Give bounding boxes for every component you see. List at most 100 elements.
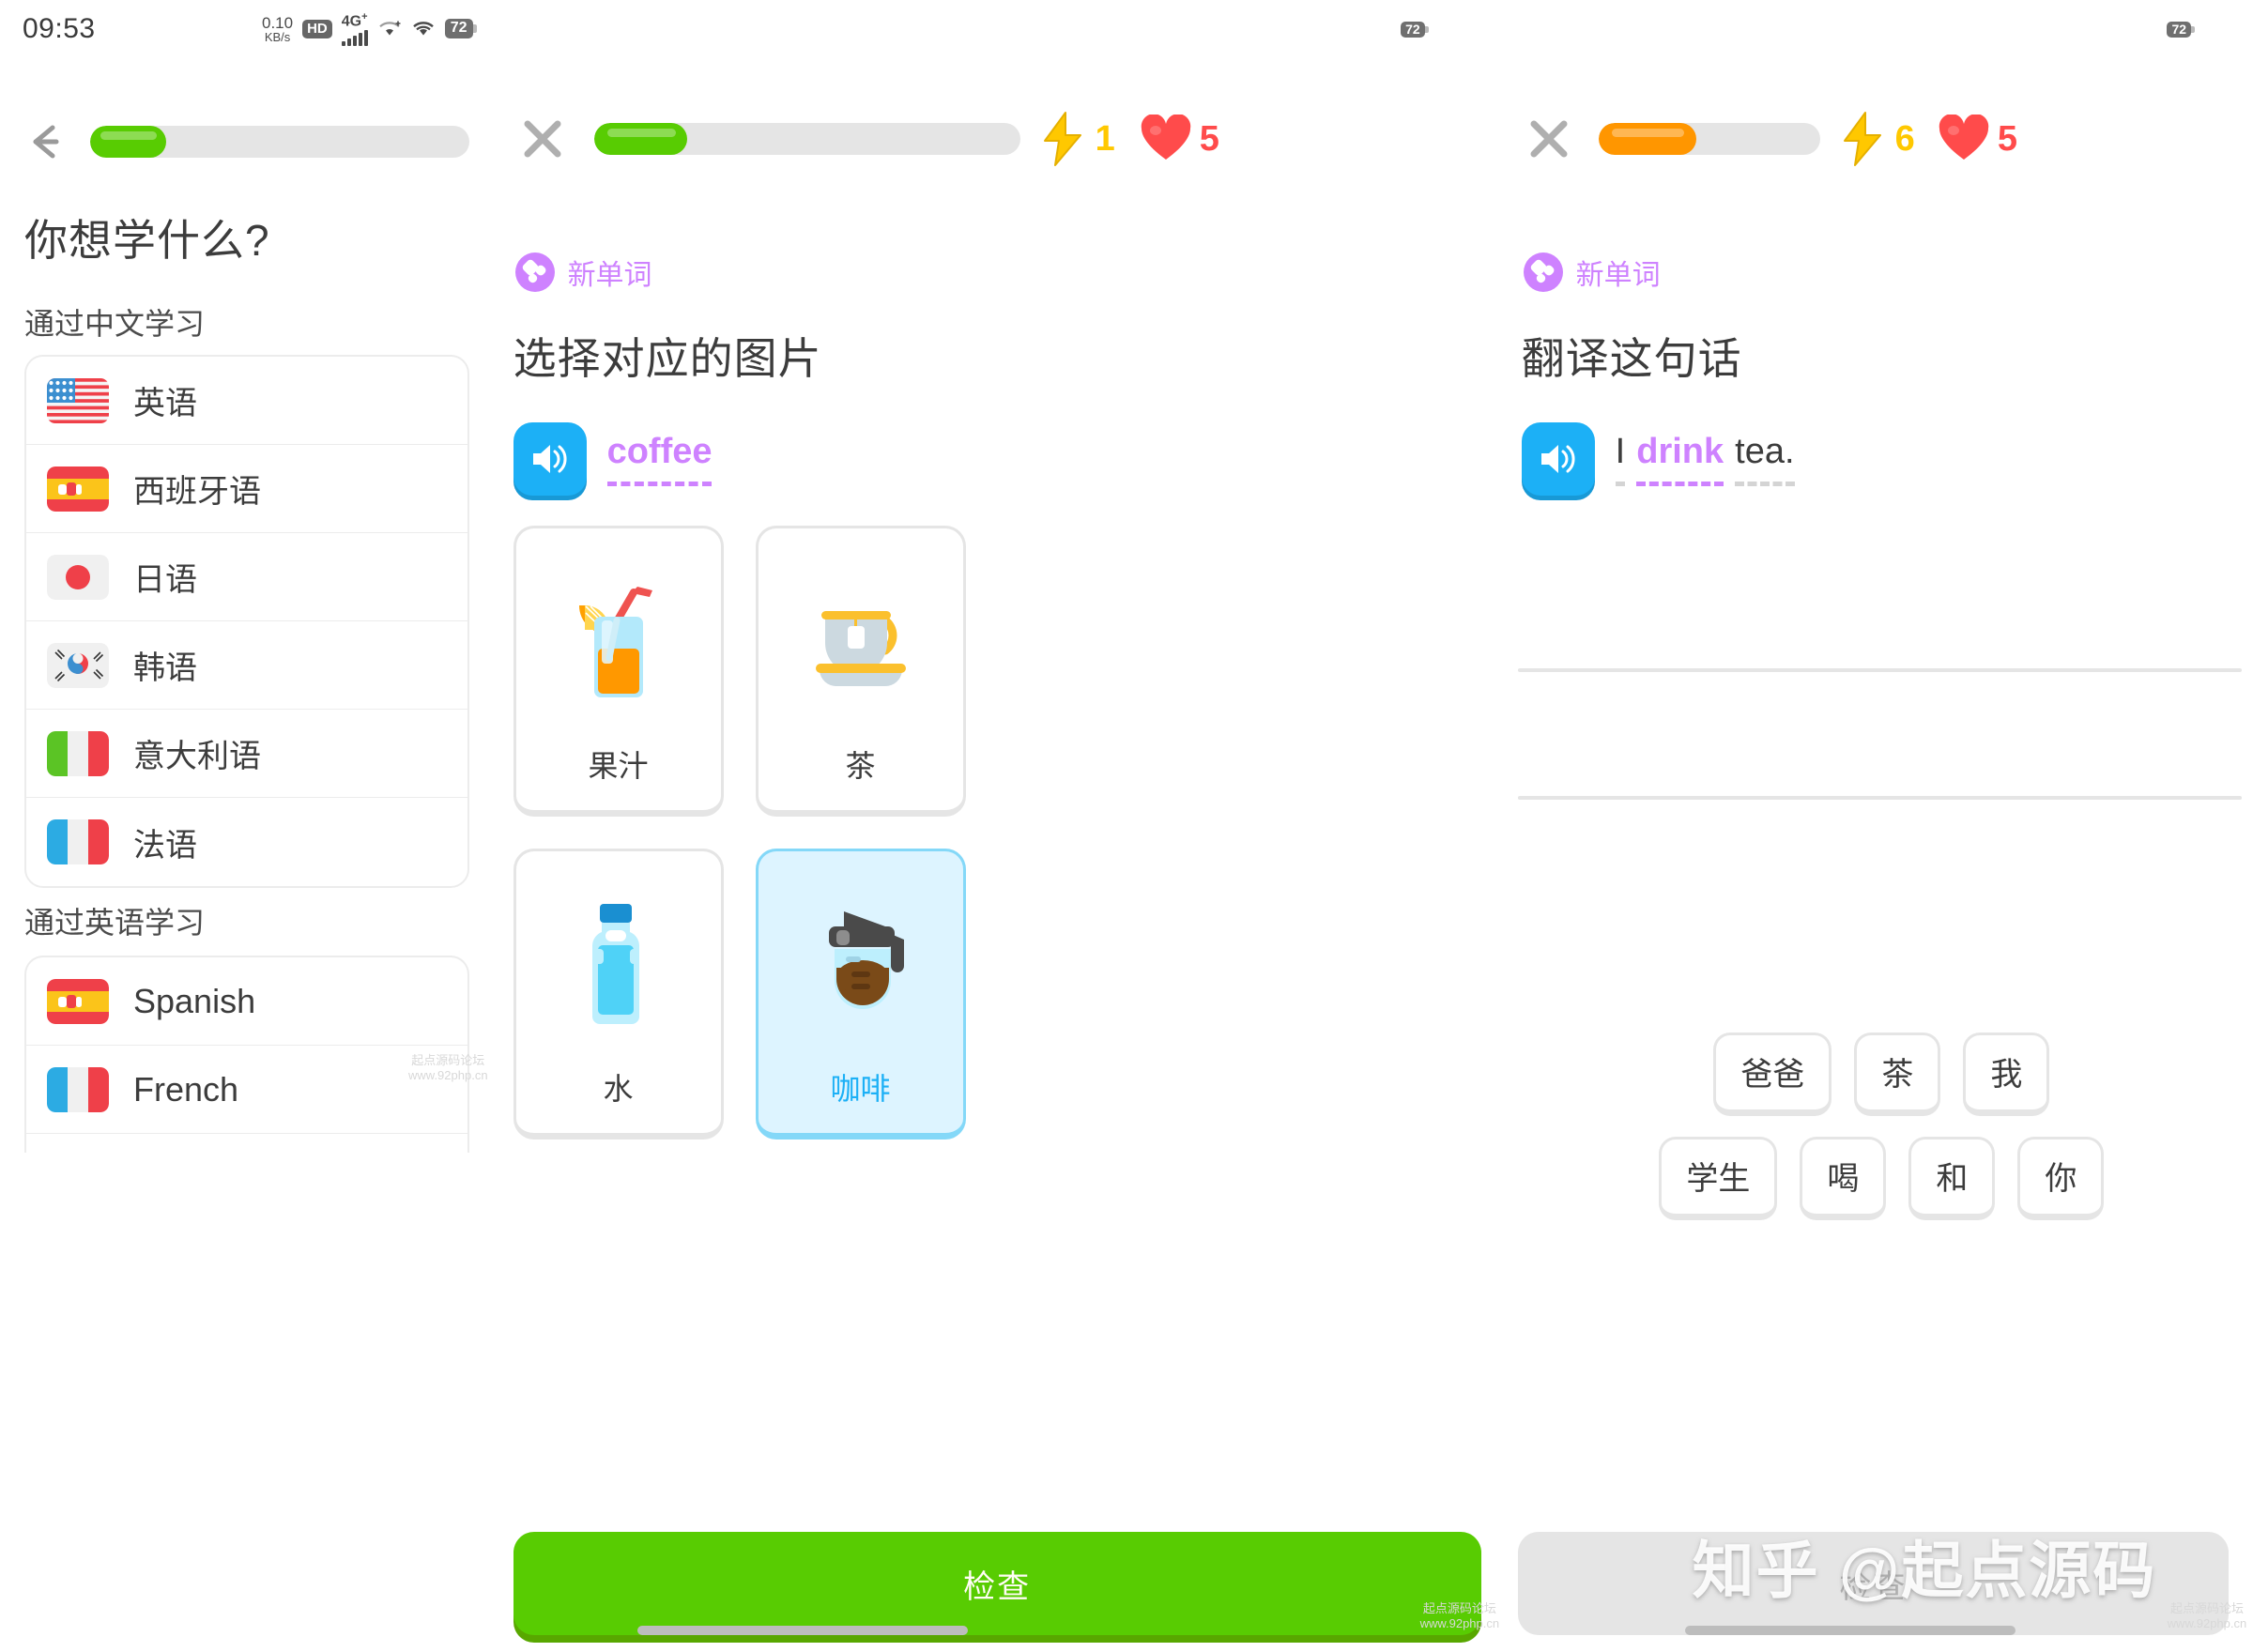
new-word-badge-3: 新单词 (1523, 252, 1661, 293)
language-row[interactable] (26, 1134, 467, 1153)
language-row[interactable]: 意大利语 (26, 710, 467, 798)
word-bank-tile[interactable]: 爸爸 (1713, 1032, 1832, 1116)
battery-percent-2: 72 (1401, 21, 1425, 38)
word-bank-tile[interactable]: 和 (1908, 1137, 1996, 1220)
audio-prompt-row: coffee (513, 422, 713, 496)
image-option-card[interactable]: 咖啡 (755, 849, 966, 1140)
sentence-word: tea. (1735, 432, 1795, 486)
speaker-icon (532, 445, 567, 473)
status-bar-2: 72 (500, 0, 1510, 58)
speaker-button-3[interactable] (1521, 422, 1595, 496)
bolt-count-3: 6 (1894, 118, 1915, 159)
language-row[interactable]: French (26, 1046, 467, 1134)
word-bank-tile[interactable]: 你 (2017, 1137, 2105, 1220)
three-panel-screenshot: 09:53 0.10 KB/s HD 4G+ 72 你想学什么? 通过中文学习 … (0, 0, 2253, 1652)
check-button[interactable]: 检查 (513, 1532, 1481, 1635)
wifi-icon (412, 22, 434, 36)
lightning-bolt-icon-3 (1843, 112, 1881, 166)
language-label: 韩语 (133, 650, 197, 686)
battery-icon-3: 72 (2167, 21, 2196, 38)
language-label: French (133, 1069, 239, 1109)
it-flag-icon (47, 730, 109, 776)
fr-flag-icon (47, 1066, 109, 1112)
panel-language-picker: 09:53 0.10 KB/s HD 4G+ 72 你想学什么? 通过中文学习 … (0, 0, 499, 1652)
language-row[interactable]: 西班牙语 (26, 445, 467, 533)
check-button-3[interactable]: 检查 (1517, 1532, 2230, 1635)
network-speed-value: 0.10 (262, 13, 294, 32)
language-label: 英语 (133, 386, 197, 421)
image-option-label: 咖啡 (830, 1072, 891, 1106)
us-flag-icon (47, 377, 109, 423)
corner-watermark-line1: 起点源码论坛 (411, 1053, 485, 1067)
battery-percent-3: 72 (2167, 21, 2192, 38)
signal-bars-icon (341, 29, 368, 46)
panel-translate-exercise: 72 6 5 新单词 翻译这句话 I drink tea. 爸爸 茶 我 学生 … (1510, 0, 2253, 1652)
corner-watermark-2: 起点源码论坛 www.92php.cn (1420, 1601, 1500, 1632)
close-icon-3[interactable] (1522, 112, 1576, 166)
answer-line-2[interactable] (1517, 796, 2243, 800)
image-option-card[interactable]: 果汁 (513, 526, 724, 817)
corner-watermark-line2: www.92php.cn (408, 1068, 488, 1083)
water-bottle-icon (516, 872, 721, 1060)
language-row[interactable]: 英语 (26, 357, 467, 445)
speaker-button[interactable] (513, 422, 587, 496)
es-flag-icon (47, 978, 109, 1024)
section-label-chinese: 通过中文学习 (24, 307, 206, 341)
kr-flag-icon (47, 642, 109, 688)
heart-count-3: 5 (1997, 118, 2017, 159)
battery-percent: 72 (444, 19, 473, 39)
language-label: 日语 (133, 562, 197, 598)
panel1-top-nav (0, 120, 499, 163)
exercise-title-3: 翻译这句话 (1521, 334, 1742, 383)
fr-flag-icon (47, 819, 109, 864)
word-bank-row: 爸爸茶我 (1529, 1032, 2234, 1116)
corner-watermark-3-line1: 起点源码论坛 (2169, 1601, 2244, 1615)
cellular-signal-icon: 4G+ (341, 11, 368, 46)
sentence-text: Idrink tea. (1615, 432, 1795, 486)
image-option-label: 茶 (845, 749, 876, 783)
close-icon[interactable] (515, 112, 570, 166)
language-label: Spanish (133, 981, 256, 1020)
new-word-label-3: 新单词 (1575, 260, 1661, 291)
word-bank-tile[interactable]: 喝 (1800, 1137, 1887, 1220)
panel2-progress-bar (593, 123, 1020, 155)
panel-select-image-exercise: 72 1 5 新单词 选择对应的图片 coffee 果汁 茶 水 咖啡 检查 起… (499, 0, 1510, 1652)
bolt-count: 1 (1095, 118, 1115, 159)
word-bank-tile[interactable]: 我 (1963, 1032, 2050, 1116)
section-label-english: 通过英语学习 (24, 906, 206, 940)
exercise-title-2: 选择对应的图片 (513, 334, 822, 383)
panel2-progress-fill (593, 123, 688, 155)
network-type-label: 4G+ (341, 11, 368, 30)
speaker-icon-3 (1540, 445, 1575, 473)
language-row[interactable]: 韩语 (26, 621, 467, 710)
coffee-pot-icon (759, 872, 963, 1060)
language-row[interactable]: 日语 (26, 533, 467, 621)
new-word-icon (514, 252, 555, 292)
sentence-word: I (1615, 432, 1626, 486)
answer-line-1[interactable] (1517, 668, 2243, 672)
status-time: 09:53 (23, 13, 96, 44)
tea-cup-icon (759, 549, 963, 737)
word-bank-row: 学生喝和你 (1529, 1137, 2234, 1220)
panel2-top-nav: 1 5 (500, 111, 1510, 167)
image-option-card[interactable]: 茶 (755, 526, 966, 817)
word-bank-tile[interactable]: 茶 (1854, 1032, 1941, 1116)
back-arrow-icon[interactable] (24, 120, 68, 163)
language-label: 西班牙语 (133, 474, 261, 510)
language-row[interactable]: Spanish (26, 957, 467, 1046)
corner-watermark-2-line1: 起点源码论坛 (1422, 1601, 1496, 1615)
language-list-english: Spanish French (24, 956, 469, 1153)
panel1-progress-bar (90, 126, 469, 158)
panel1-progress-fill (90, 126, 166, 158)
juice-glass-icon (516, 549, 721, 737)
battery-tip-3 (2191, 25, 2196, 33)
image-option-card[interactable]: 水 (513, 849, 724, 1140)
word-bank-tile[interactable]: 学生 (1659, 1137, 1778, 1220)
battery-tip (472, 24, 477, 34)
language-row[interactable]: 法语 (26, 798, 467, 886)
page-title: 你想学什么? (24, 216, 270, 265)
es-flag-icon (47, 466, 109, 512)
network-speed-indicator: 0.10 KB/s (262, 13, 294, 43)
panel2-hud: 1 5 (1037, 111, 1219, 167)
jp-flag-icon (47, 554, 109, 600)
